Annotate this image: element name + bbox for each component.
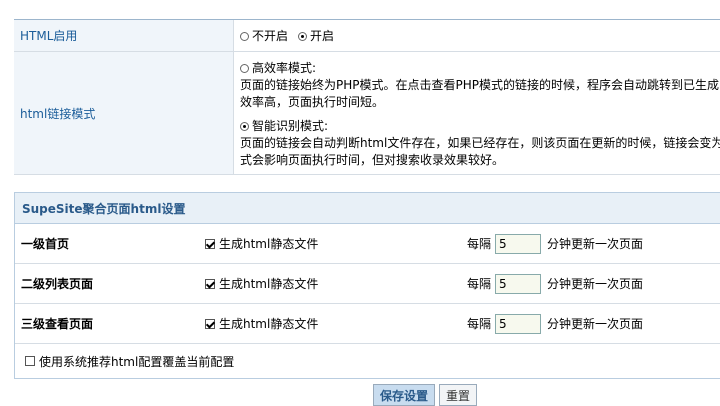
html-enable-row: HTML启用 不开启 开启 — [14, 20, 720, 52]
generate-html-checkbox[interactable]: 生成html静态文件 — [205, 275, 318, 292]
generate-html-checkbox[interactable]: 生成html静态文件 — [205, 235, 318, 252]
smart-mode-option[interactable]: 智能识别模式: — [240, 118, 720, 135]
efficient-desc-2: 效率高，页面执行时间短。 — [240, 95, 385, 109]
link-mode-options: 高效率模式: 页面的链接始终为PHP模式。在点击查看PHP模式的链接的时候，程序… — [234, 52, 720, 174]
radio-efficient[interactable] — [240, 64, 249, 73]
row-name: 二级列表页面 — [21, 277, 94, 291]
row-name: 三级查看页面 — [21, 317, 94, 331]
override-option[interactable]: 使用系统推荐html配置覆盖当前配置 — [15, 344, 720, 378]
row-name: 一级首页 — [21, 237, 70, 251]
checkbox-icon[interactable] — [205, 318, 215, 329]
section-title: SupeSite聚合页面html设置 — [15, 193, 720, 224]
interval-group: 每隔 5 分钟更新一次页面 — [467, 233, 643, 254]
checkbox-icon[interactable] — [205, 278, 215, 289]
interval-input[interactable]: 5 — [495, 233, 542, 254]
html-enable-label: HTML启用 — [14, 20, 234, 51]
table-row: 二级列表页面 生成html静态文件 每隔 5 分钟更新一次页面 — [15, 264, 720, 304]
efficient-mode-option[interactable]: 高效率模式: — [240, 60, 720, 77]
smart-desc-1: 页面的链接会自动判断html文件存在，如果已经存在，则该页面在更新的时候，链接会… — [240, 136, 720, 150]
radio-off[interactable] — [240, 32, 249, 41]
smart-desc-2: 式会影响页面执行时间，但对搜索收录效果较好。 — [240, 153, 505, 167]
interval-group: 每隔 5 分钟更新一次页面 — [467, 273, 643, 294]
override-label: 使用系统推荐html配置覆盖当前配置 — [39, 354, 235, 369]
radio-smart[interactable] — [240, 122, 249, 131]
override-checkbox[interactable] — [25, 356, 35, 366]
link-mode-label: html链接模式 — [14, 52, 234, 174]
interval-input[interactable]: 5 — [495, 273, 542, 294]
link-mode-row: html链接模式 高效率模式: 页面的链接始终为PHP模式。在点击查看PHP模式… — [14, 52, 720, 175]
table-row: 一级首页 生成html静态文件 每隔 5 分钟更新一次页面 — [15, 224, 720, 264]
table-row: 三级查看页面 生成html静态文件 每隔 5 分钟更新一次页面 — [15, 304, 720, 344]
html-enable-on-option[interactable]: 开启 — [298, 27, 334, 44]
radio-on[interactable] — [298, 32, 308, 41]
form-buttons: 保存设置 重置 — [373, 384, 478, 406]
interval-input[interactable]: 5 — [495, 313, 542, 334]
checkbox-icon[interactable] — [205, 238, 215, 249]
efficient-desc-1: 页面的链接始终为PHP模式。在点击查看PHP模式的链接的时候，程序会自动跳转到已… — [240, 78, 719, 92]
interval-group: 每隔 5 分钟更新一次页面 — [467, 313, 643, 334]
html-enable-options: 不开启 开启 — [234, 20, 720, 51]
html-settings-table: HTML启用 不开启 开启 html链接模式 高效率模式: 页面的链接始终为PH… — [14, 19, 720, 175]
html-enable-off-option[interactable]: 不开启 — [240, 27, 288, 44]
supesite-html-section: SupeSite聚合页面html设置 一级首页 生成html静态文件 每隔 5 分钟… — [14, 192, 720, 379]
save-button[interactable]: 保存设置 — [373, 384, 436, 406]
generate-html-checkbox[interactable]: 生成html静态文件 — [205, 315, 318, 332]
reset-button[interactable]: 重置 — [439, 384, 478, 406]
